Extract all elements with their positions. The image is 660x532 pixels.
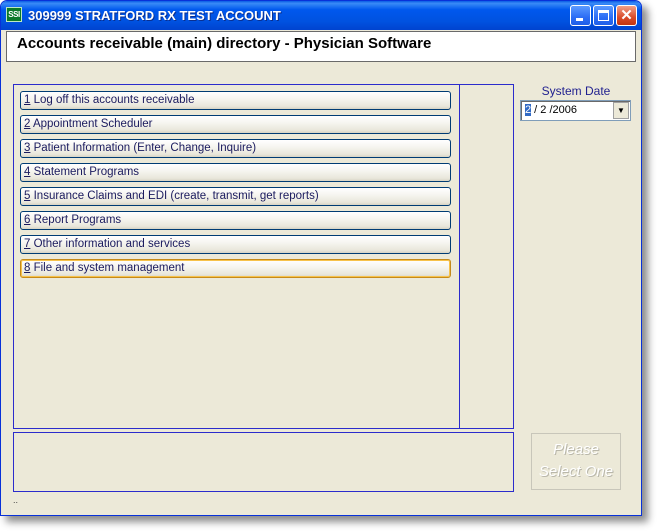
side-panel [459, 84, 514, 429]
menu-item-label: Patient Information (Enter, Change, Inqu… [30, 142, 257, 154]
menu-item-patient-information[interactable]: 3 Patient Information (Enter, Change, In… [20, 139, 451, 158]
system-date-value[interactable]: 2 / 2 /2006 [525, 104, 577, 116]
title-bar[interactable]: SSI 309999 STRATFORD RX TEST ACCOUNT ✕ [1, 1, 641, 30]
maximize-icon [598, 10, 609, 21]
system-date-label: System Date [541, 84, 611, 98]
menu-item-label: Insurance Claims and EDI (create, transm… [30, 190, 319, 202]
close-button[interactable]: ✕ [616, 5, 637, 26]
menu-item-label: Other information and services [30, 238, 191, 250]
page-title: Accounts receivable (main) directory - P… [17, 35, 432, 52]
menu-panel [13, 84, 461, 429]
menu-item-appointment-scheduler[interactable]: 2 Appointment Scheduler [20, 115, 451, 134]
minimize-button[interactable] [570, 5, 591, 26]
minimize-icon [576, 18, 583, 21]
please-select-one-button[interactable]: Please Select One [531, 433, 621, 490]
window-title: 309999 STRATFORD RX TEST ACCOUNT [28, 8, 281, 23]
maximize-button[interactable] [593, 5, 614, 26]
message-panel [13, 432, 514, 492]
menu-item-file-system-management[interactable]: 8 File and system management [20, 259, 451, 278]
date-rest-segment[interactable]: / 2 /2006 [531, 104, 577, 116]
app-window: SSI 309999 STRATFORD RX TEST ACCOUNT ✕ A… [0, 0, 642, 516]
select-button-line2: Select One [538, 463, 614, 480]
system-date-picker[interactable]: 2 / 2 /2006 ▼ [520, 100, 631, 121]
menu-item-other-information[interactable]: 7 Other information and services [20, 235, 451, 254]
app-logo-icon: SSI [6, 7, 22, 22]
menu-item-label: Report Programs [30, 214, 122, 226]
menu-item-report-programs[interactable]: 6 Report Programs [20, 211, 451, 230]
menu-item-label: Statement Programs [30, 166, 140, 178]
menu-item-label: Appointment Scheduler [30, 118, 153, 130]
close-icon: ✕ [620, 7, 633, 24]
page-header: Accounts receivable (main) directory - P… [6, 31, 636, 62]
status-text: .. [13, 495, 19, 505]
menu-item-log-off[interactable]: 1 Log off this accounts receivable [20, 91, 451, 110]
chevron-down-icon[interactable]: ▼ [613, 102, 629, 119]
menu-item-insurance-claims[interactable]: 5 Insurance Claims and EDI (create, tran… [20, 187, 451, 206]
menu-item-label: Log off this accounts receivable [30, 94, 195, 106]
menu-item-label: File and system management [30, 262, 185, 274]
select-button-line1: Please [553, 441, 599, 458]
menu-item-statement-programs[interactable]: 4 Statement Programs [20, 163, 451, 182]
